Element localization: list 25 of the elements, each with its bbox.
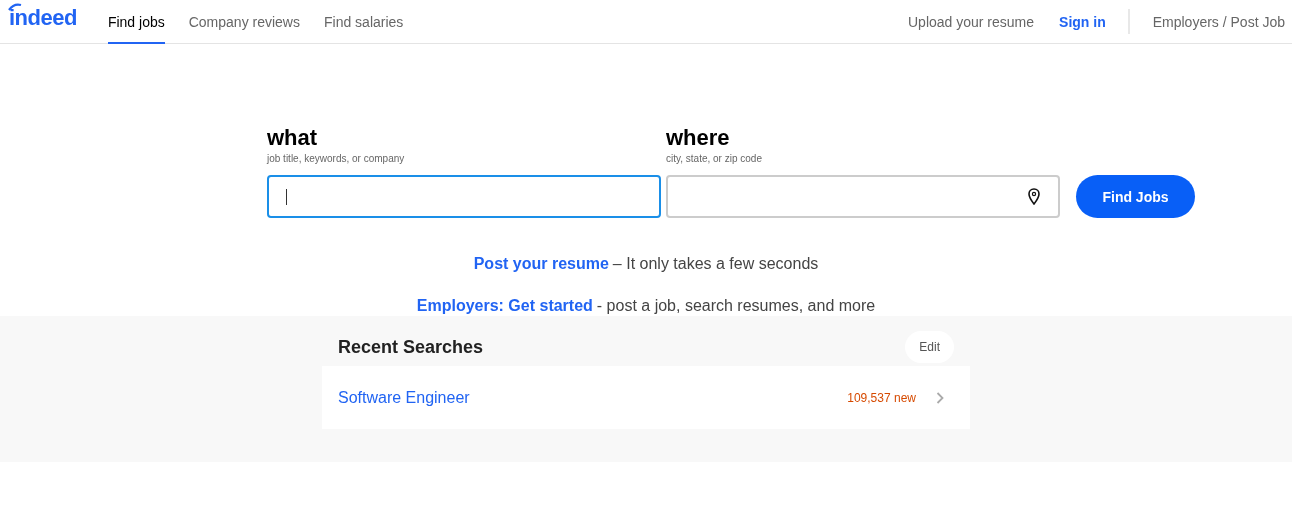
search-field[interactable] [267, 175, 661, 218]
chevron-right-icon [936, 391, 944, 404]
promo-text: – It only takes a few seconds [612, 255, 819, 272]
promo-link[interactable]: Employers: Get started [416, 297, 593, 314]
indeed-logo[interactable]: indeed [0, 0, 77, 31]
search-field[interactable] [666, 175, 1060, 218]
nav-tab[interactable]: Company reviews [188, 0, 300, 44]
sign-in-link[interactable]: Sign in [1059, 0, 1106, 43]
nav-tab[interactable]: Find jobs [107, 0, 165, 44]
location-pin-icon [1028, 188, 1040, 205]
field-hint: job title, keywords, or company [267, 153, 406, 164]
employers-link[interactable]: Employers / Post Job [1152, 0, 1285, 43]
field-label: what [267, 125, 319, 151]
search-query-link[interactable]: Software Engineer [338, 388, 848, 407]
field-hint: city, state, or zip code [666, 153, 763, 164]
edit-button[interactable]: Edit [905, 331, 954, 363]
promo-text: - post a job, search resumes, and more [596, 297, 876, 314]
nav-tab[interactable]: Find salaries [324, 0, 404, 44]
promo-link[interactable]: Post your resume [473, 255, 609, 272]
find-jobs-button[interactable]: Find Jobs [1076, 175, 1195, 218]
recent-search-item[interactable]: Software Engineer 109,537 new [322, 366, 970, 429]
upload-resume-link[interactable]: Upload your resume [908, 0, 1035, 43]
field-label: where [666, 125, 731, 151]
new-count: 109,537 new [847, 390, 916, 405]
section-title: Recent Searches [338, 336, 484, 358]
